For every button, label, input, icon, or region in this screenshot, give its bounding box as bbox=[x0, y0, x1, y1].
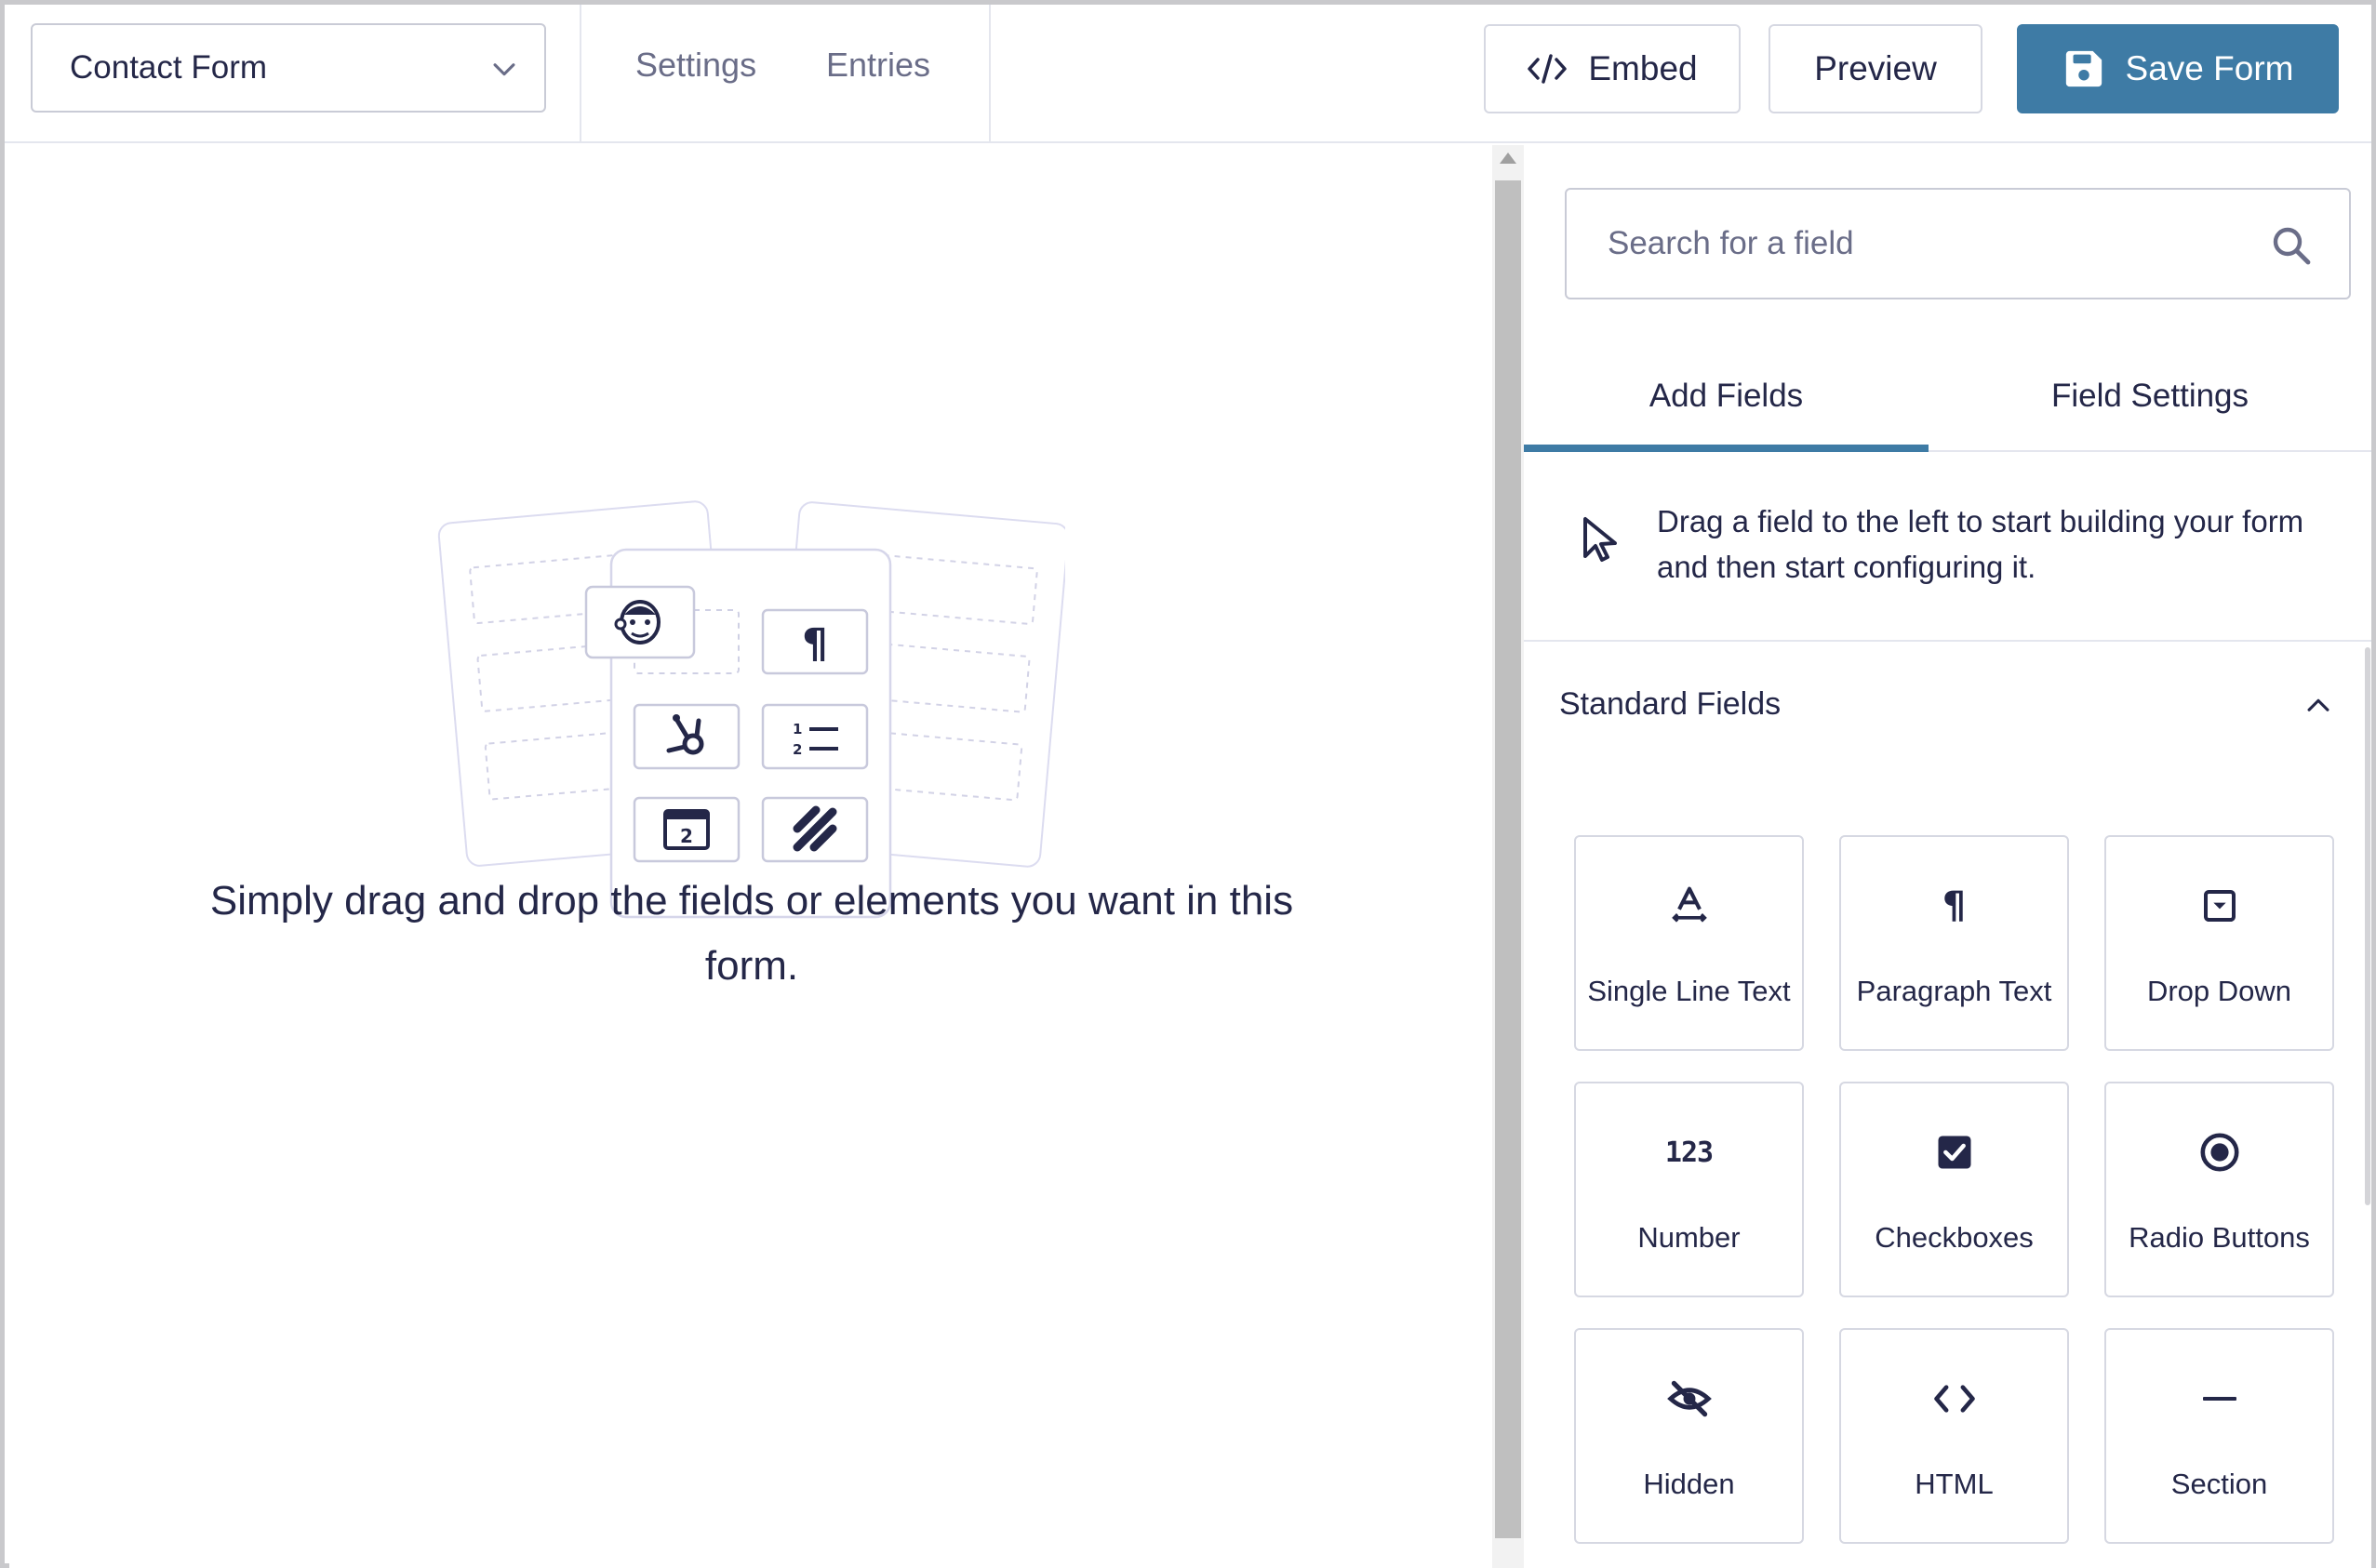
field-sidebar: Add Fields Field Settings Drag a field t… bbox=[1524, 145, 2371, 1568]
toolbar-divider bbox=[580, 5, 581, 143]
field-html[interactable]: HTML bbox=[1839, 1328, 2069, 1544]
svg-text:2: 2 bbox=[793, 741, 802, 758]
standard-fields-header[interactable]: Standard Fields bbox=[1524, 644, 2371, 737]
active-tab-indicator bbox=[1524, 445, 1929, 452]
field-paragraph-text[interactable]: ¶ Paragraph Text bbox=[1839, 835, 2069, 1051]
field-label: Number bbox=[1637, 1221, 1741, 1254]
drag-hint: Drag a field to the left to start buildi… bbox=[1524, 454, 2371, 642]
field-label: Section bbox=[2170, 1468, 2268, 1500]
save-floppy-icon bbox=[2065, 50, 2102, 87]
field-label: Single Line Text bbox=[1587, 975, 1791, 1007]
dropdown-icon bbox=[2106, 882, 2332, 930]
radio-icon bbox=[2106, 1128, 2332, 1176]
field-section[interactable]: Section bbox=[2104, 1328, 2334, 1544]
search-icon[interactable] bbox=[2269, 223, 2314, 268]
section-divider-icon bbox=[2106, 1375, 2332, 1423]
field-label: Drop Down bbox=[2146, 975, 2292, 1007]
sidebar-tabs: Add Fields Field Settings bbox=[1524, 359, 2371, 452]
preview-button[interactable]: Preview bbox=[1769, 24, 1982, 113]
tab-add-fields-label: Add Fields bbox=[1649, 378, 1804, 414]
field-label: Hidden bbox=[1643, 1468, 1735, 1500]
field-checkboxes[interactable]: Checkboxes bbox=[1839, 1082, 2069, 1297]
chevron-up-icon[interactable] bbox=[2303, 690, 2334, 722]
preview-label: Preview bbox=[1814, 49, 1937, 87]
tab-field-settings[interactable]: Field Settings bbox=[1929, 359, 2371, 452]
field-number[interactable]: 123 Number bbox=[1574, 1082, 1804, 1297]
scroll-up-arrow-icon[interactable] bbox=[1500, 153, 1516, 164]
paragraph-icon: ¶ bbox=[1942, 884, 1967, 927]
code-embed-icon bbox=[1528, 54, 1568, 84]
top-toolbar: Contact Form Settings Entries Embed Prev… bbox=[5, 5, 2371, 143]
chevron-down-icon bbox=[493, 63, 515, 76]
empty-state-message: Simply drag and drop the fields or eleme… bbox=[209, 878, 1294, 989]
sidebar-scrollbar[interactable] bbox=[2365, 647, 2370, 1205]
cursor-pointer-icon bbox=[1583, 517, 1617, 562]
field-drop-down[interactable]: Drop Down bbox=[2104, 835, 2334, 1051]
nav-settings-link[interactable]: Settings bbox=[635, 46, 756, 85]
svg-text:¶: ¶ bbox=[802, 620, 828, 668]
field-label: Checkboxes bbox=[1875, 1221, 2034, 1254]
save-form-label: Save Form bbox=[2125, 49, 2294, 87]
field-radio-buttons[interactable]: Radio Buttons bbox=[2104, 1082, 2334, 1297]
single-line-text-icon bbox=[1576, 882, 1802, 930]
tab-field-settings-label: Field Settings bbox=[2050, 378, 2249, 414]
field-label: Radio Buttons bbox=[2129, 1221, 2310, 1254]
nav-entries-link[interactable]: Entries bbox=[826, 46, 930, 85]
form-selector-value: Contact Form bbox=[70, 49, 267, 86]
canvas-scrollbar[interactable] bbox=[1492, 145, 1524, 1568]
field-label: HTML bbox=[1915, 1468, 1994, 1500]
checkbox-icon bbox=[1841, 1128, 2067, 1176]
form-canvas[interactable]: ¶ 1 2 2 Simply drag and drop the fields … bbox=[9, 145, 1492, 1568]
app-frame: Contact Form Settings Entries Embed Prev… bbox=[0, 0, 2376, 1568]
save-form-button[interactable]: Save Form bbox=[2017, 24, 2339, 113]
hidden-eye-icon bbox=[1576, 1375, 1802, 1423]
toolbar-divider bbox=[989, 5, 991, 143]
embed-label: Embed bbox=[1588, 49, 1698, 87]
svg-text:1: 1 bbox=[793, 721, 802, 737]
svg-text:2: 2 bbox=[680, 825, 693, 847]
drag-hint-text: Drag a field to the left to start buildi… bbox=[1657, 504, 2304, 584]
section-title: Standard Fields bbox=[1559, 686, 1782, 722]
embed-button[interactable]: Embed bbox=[1484, 24, 1741, 113]
scrollbar-thumb[interactable] bbox=[1495, 180, 1521, 1538]
field-single-line-text[interactable]: Single Line Text bbox=[1574, 835, 1804, 1051]
form-selector[interactable]: Contact Form bbox=[31, 23, 546, 113]
code-icon bbox=[1841, 1375, 2067, 1423]
field-search-box bbox=[1565, 188, 2351, 299]
field-hidden[interactable]: Hidden bbox=[1574, 1328, 1804, 1544]
number-icon: 123 bbox=[1664, 1136, 1714, 1169]
tab-add-fields[interactable]: Add Fields bbox=[1524, 359, 1929, 452]
field-search-input[interactable] bbox=[1568, 192, 2257, 296]
field-label: Paragraph Text bbox=[1856, 975, 2052, 1007]
